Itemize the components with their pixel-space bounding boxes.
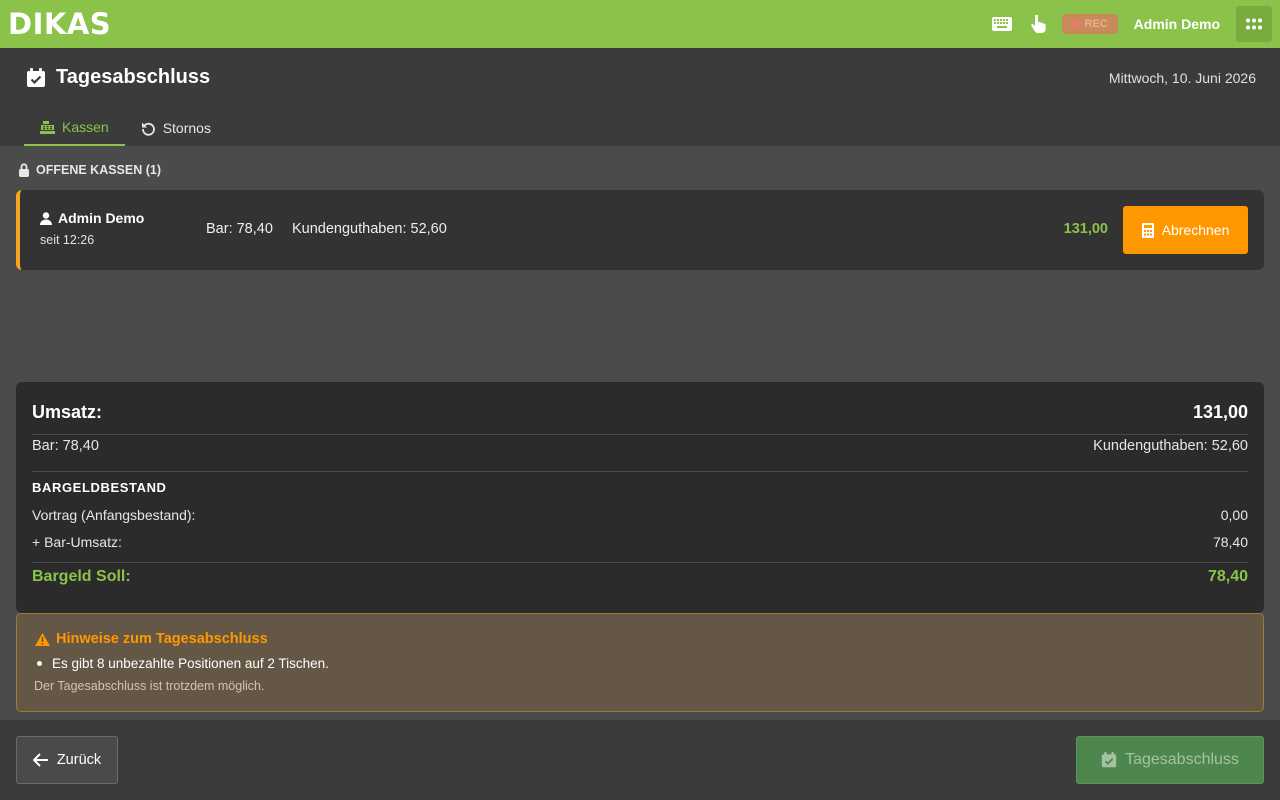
page-title: Tagesabschluss — [26, 66, 210, 89]
calendar-check-icon — [1101, 752, 1117, 768]
bar-umsatz-label: + Bar-Umsatz: — [32, 534, 122, 550]
vortrag-label: Vortrag (Anfangsbestand): — [32, 507, 196, 523]
open-registers-label: OFFENE KASSEN (1) — [36, 163, 162, 177]
top-bar-actions: REC Admin Demo — [984, 6, 1272, 42]
bullet-icon — [37, 661, 42, 666]
abrechnen-label: Abrechnen — [1161, 222, 1230, 238]
vortrag-value: 0,00 — [1220, 507, 1248, 523]
hint-item-text: Es gibt 8 unbezahlte Positionen auf 2 Ti… — [52, 656, 329, 671]
undo-icon — [141, 122, 155, 136]
back-button[interactable]: Zurück — [16, 736, 118, 784]
hint-title-text: Hinweise zum Tagesabschluss — [56, 631, 268, 647]
user-icon — [40, 211, 52, 225]
tab-stornos-label: Stornos — [162, 120, 211, 136]
record-dot-icon — [1071, 19, 1081, 29]
divider — [32, 471, 1248, 472]
summary-customer-credit: Kundenguthaben: 52,60 — [1093, 438, 1248, 454]
lock-open-icon — [19, 163, 29, 177]
apps-grid-button[interactable] — [1236, 6, 1272, 42]
bargeld-soll-label: Bargeld Soll: — [32, 568, 131, 585]
keyboard-icon[interactable] — [984, 6, 1020, 42]
arrow-left-icon — [32, 753, 48, 767]
bar-umsatz-value: 78,40 — [1212, 534, 1248, 550]
back-label: Zurück — [56, 752, 102, 768]
bargeld-soll-value: 78,40 — [1207, 568, 1248, 585]
page-header: Tagesabschluss Mittwoch, 10. Juni 2026 K… — [0, 48, 1280, 146]
hint-note: Der Tagesabschluss ist trotzdem möglich. — [34, 679, 265, 693]
page-title-text: Tagesabschluss — [56, 66, 211, 88]
logo: DIKAS — [8, 7, 112, 41]
tab-stornos[interactable]: Stornos — [125, 110, 227, 146]
divider — [32, 562, 1248, 563]
hint-item: Es gibt 8 unbezahlte Positionen auf 2 Ti… — [37, 656, 329, 671]
register-since: seit 12:26 — [40, 233, 95, 247]
tab-kassen[interactable]: Kassen — [24, 110, 125, 146]
rec-badge-label: REC — [1084, 18, 1108, 30]
register-customer-credit: Kundenguthaben: 52,60 — [292, 221, 447, 237]
umsatz-value: 131,00 — [1192, 402, 1248, 422]
umsatz-breakdown-row: Bar: 78,40 Kundenguthaben: 52,60 — [32, 438, 1248, 454]
register-bar-amount: Bar: 78,40 — [206, 221, 273, 237]
tab-bar: Kassen Stornos — [24, 110, 227, 146]
user-menu[interactable]: Admin Demo — [1134, 16, 1220, 32]
grid-icon — [1246, 18, 1262, 30]
register-total: 131,00 — [1063, 221, 1108, 237]
calendar-check-icon — [27, 67, 45, 87]
umsatz-label: Umsatz: — [32, 402, 103, 422]
warning-icon — [35, 632, 50, 646]
abrechnen-button[interactable]: Abrechnen — [1123, 206, 1248, 254]
hint-box: Hinweise zum Tagesabschluss Es gibt 8 un… — [16, 613, 1264, 712]
hint-title: Hinweise zum Tagesabschluss — [35, 631, 268, 647]
bargeld-heading-text: BARGELDBESTAND — [32, 480, 167, 495]
bargeld-heading: BARGELDBESTAND — [32, 480, 1248, 495]
top-bar: DIKAS REC Admin Demo — [0, 0, 1280, 48]
footer-bar: Zurück Tagesabschluss — [0, 720, 1280, 800]
calculator-icon — [1141, 222, 1154, 238]
summary-panel: Umsatz: 131,00 Bar: 78,40 Kundenguthaben… — [16, 382, 1264, 613]
touch-hand-icon[interactable] — [1020, 6, 1056, 42]
vortrag-row: Vortrag (Anfangsbestand): 0,00 — [32, 507, 1248, 523]
register-card: Admin Demo seit 12:26 Bar: 78,40 Kundeng… — [16, 190, 1264, 270]
cash-register-icon — [40, 120, 55, 134]
rec-badge: REC — [1061, 14, 1118, 34]
divider — [32, 434, 1248, 435]
register-user-name: Admin Demo — [58, 210, 145, 226]
tagesabschluss-label: Tagesabschluss — [1125, 751, 1239, 768]
summary-bar: Bar: 78,40 — [32, 438, 99, 454]
bar-umsatz-row: + Bar-Umsatz: 78,40 — [32, 534, 1248, 550]
register-user: Admin Demo — [40, 210, 144, 226]
umsatz-row: Umsatz: 131,00 — [32, 402, 1248, 423]
tab-kassen-label: Kassen — [62, 119, 109, 135]
bargeld-soll-row: Bargeld Soll: 78,40 — [32, 568, 1248, 586]
page-date: Mittwoch, 10. Juni 2026 — [1108, 70, 1256, 86]
tagesabschluss-button[interactable]: Tagesabschluss — [1076, 736, 1264, 784]
open-registers-heading: OFFENE KASSEN (1) — [18, 163, 161, 177]
